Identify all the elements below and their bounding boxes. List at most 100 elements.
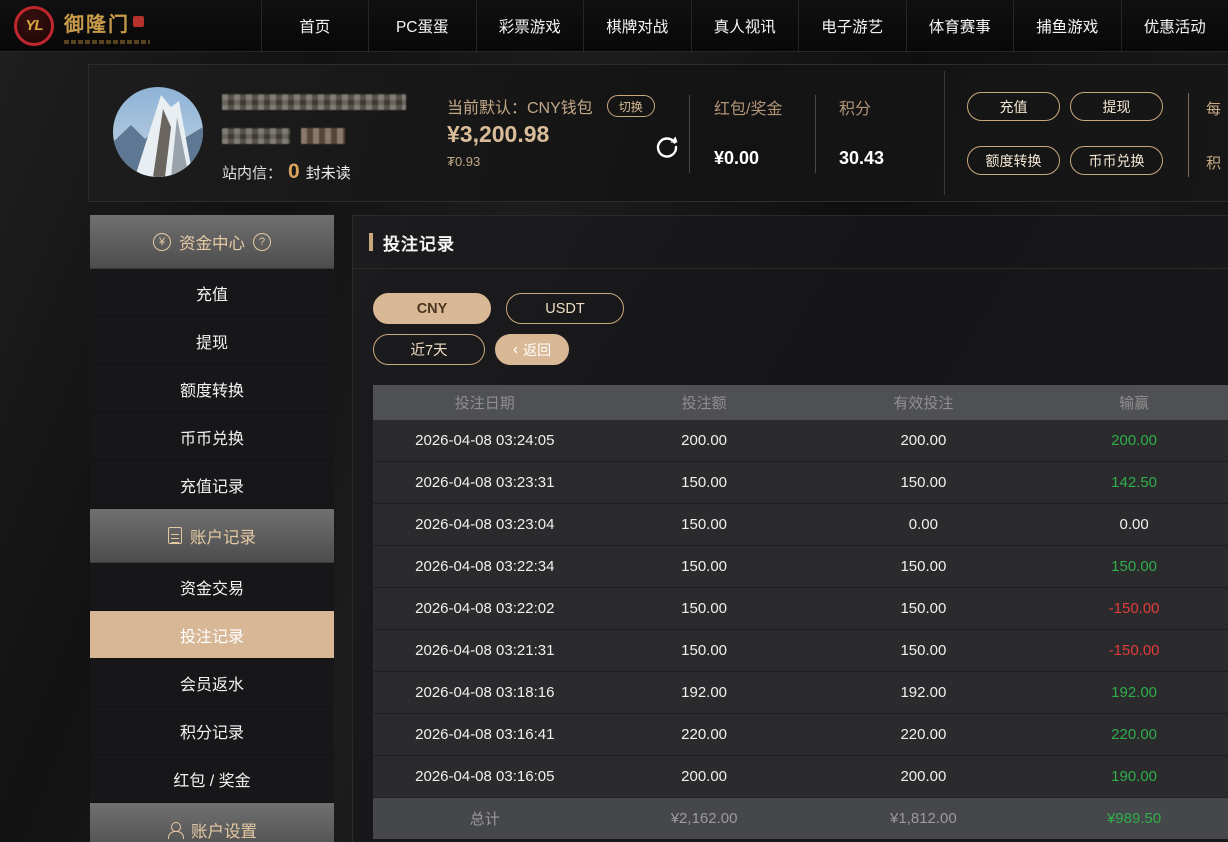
sidebar-item[interactable]: 会员返水 <box>90 659 334 707</box>
sidebar-section-funds-center: ¥ 资金中心 ? <box>90 215 334 269</box>
nav-item[interactable]: 棋牌对战 <box>583 0 691 51</box>
yen-circle-icon: ¥ <box>153 233 171 251</box>
switch-wallet-button[interactable]: 切换 <box>607 95 655 117</box>
nav-item[interactable]: 体育赛事 <box>906 0 1014 51</box>
bet-amount-cell: 200.00 <box>597 432 812 449</box>
inbox-unread-count[interactable]: 0 <box>288 160 300 184</box>
points-value: 30.43 <box>839 148 884 169</box>
sidebar-item[interactable]: 充值记录 <box>90 461 334 509</box>
sidebar-item[interactable]: 充值 <box>90 269 334 317</box>
blurred-user-id <box>222 128 290 144</box>
win-loss-cell: 0.00 <box>1035 516 1228 533</box>
page-title: 投注记录 <box>383 230 455 255</box>
bet-date-cell: 2026-04-08 03:23:04 <box>373 516 597 533</box>
table-row[interactable]: 2026-04-08 03:22:34 150.00 150.00 150.00 <box>373 546 1228 588</box>
table-row[interactable]: 2026-04-08 03:16:05 200.00 200.00 190.00 <box>373 756 1228 798</box>
back-button[interactable]: ‹ 返回 <box>495 334 569 365</box>
table-row[interactable]: 2026-04-08 03:23:31 150.00 150.00 142.50 <box>373 462 1228 504</box>
bet-records-table: 投注日期 投注额 有效投注 输赢 2026-04-08 03:24:05 200… <box>373 385 1228 839</box>
red-packet-label: 红包/奖金 <box>714 95 782 119</box>
valid-bet-cell: 0.00 <box>812 516 1036 533</box>
nav-item[interactable]: 真人视讯 <box>691 0 799 51</box>
mountain-avatar-image <box>113 87 203 177</box>
table-row[interactable]: 2026-04-08 03:22:02 150.00 150.00 -150.0… <box>373 588 1228 630</box>
sidebar-group-funds: 充值提现额度转换币币兑换充值记录 <box>90 269 334 509</box>
win-loss-cell: 142.50 <box>1035 474 1228 491</box>
bet-amount-cell: 150.00 <box>597 642 812 659</box>
sidebar-item[interactable]: 积分记录 <box>90 707 334 755</box>
title-accent-bar <box>369 233 373 251</box>
nav-item[interactable]: PC蛋蛋 <box>368 0 476 51</box>
divider <box>689 95 690 173</box>
bet-amount-cell: 150.00 <box>597 600 812 617</box>
sidebar-item[interactable]: 币币兑换 <box>90 413 334 461</box>
chevron-left-icon: ‹ <box>513 342 518 358</box>
date-range-button[interactable]: 近7天 <box>373 334 485 365</box>
page-title-row: 投注记录 <box>353 216 1228 269</box>
bet-date-cell: 2026-04-08 03:18:16 <box>373 684 597 701</box>
table-row[interactable]: 2026-04-08 03:18:16 192.00 192.00 192.00 <box>373 672 1228 714</box>
bet-date-cell: 2026-04-08 03:16:05 <box>373 768 597 785</box>
valid-bet-cell: 200.00 <box>812 432 1036 449</box>
sidebar-group-records: 资金交易投注记录会员返水积分记录红包 / 奖金 <box>90 563 334 803</box>
bet-date-cell: 2026-04-08 03:22:34 <box>373 558 597 575</box>
wallet-action-buttons: 充值提现额度转换币币兑换 <box>967 92 1167 175</box>
nav-item[interactable]: 优惠活动 <box>1121 0 1228 51</box>
divider <box>1188 93 1189 177</box>
nav-item[interactable]: 彩票游戏 <box>476 0 584 51</box>
bet-date-cell: 2026-04-08 03:21:31 <box>373 642 597 659</box>
bet-amount-cell: 150.00 <box>597 558 812 575</box>
win-loss-cell: 150.00 <box>1035 558 1228 575</box>
win-loss-cell: 190.00 <box>1035 768 1228 785</box>
valid-bet-cell: 150.00 <box>812 474 1036 491</box>
column-header: 输赢 <box>1035 392 1228 413</box>
table-row[interactable]: 2026-04-08 03:21:31 150.00 150.00 -150.0… <box>373 630 1228 672</box>
column-header: 投注额 <box>597 392 812 413</box>
inbox-status: 站内信： 0 封未读 <box>222 160 351 184</box>
wallet-action-button[interactable]: 提现 <box>1070 92 1163 121</box>
sidebar: ¥ 资金中心 ? 充值提现额度转换币币兑换充值记录 账户记录 资金交易投注记录会… <box>90 215 334 842</box>
table-row[interactable]: 2026-04-08 03:24:05 200.00 200.00 200.00 <box>373 420 1228 462</box>
avatar[interactable] <box>113 87 203 177</box>
receipt-icon <box>168 527 182 544</box>
bet-amount-cell: 192.00 <box>597 684 812 701</box>
wallet-action-button[interactable]: 充值 <box>967 92 1060 121</box>
win-loss-cell: 220.00 <box>1035 726 1228 743</box>
sidebar-item[interactable]: 额度转换 <box>90 365 334 413</box>
default-wallet-label: 当前默认：CNY钱包 <box>447 94 593 118</box>
help-icon[interactable]: ? <box>253 233 271 251</box>
refresh-balance-button[interactable] <box>653 133 681 161</box>
bet-date-cell: 2026-04-08 03:16:41 <box>373 726 597 743</box>
bet-amount-cell: 150.00 <box>597 516 812 533</box>
sidebar-item[interactable]: 红包 / 奖金 <box>90 755 334 803</box>
win-loss-cell: -150.00 <box>1035 642 1228 659</box>
refresh-icon <box>653 133 681 161</box>
brand-name: 御隆门 <box>64 8 130 37</box>
nav-item[interactable]: 捕鱼游戏 <box>1013 0 1121 51</box>
brand-logo[interactable]: YL 御隆门 <box>0 0 261 51</box>
inbox-suffix: 封未读 <box>306 162 351 183</box>
win-loss-cell: 192.00 <box>1035 684 1228 701</box>
wallet-usdt-balance: ₮0.93 <box>447 154 480 169</box>
column-header: 投注日期 <box>373 392 597 413</box>
currency-tab[interactable]: USDT <box>506 293 624 324</box>
table-body: 2026-04-08 03:24:05 200.00 200.00 200.00… <box>373 420 1228 798</box>
bet-amount-cell: 150.00 <box>597 474 812 491</box>
total-label: 总计 <box>373 808 597 829</box>
nav-item[interactable]: 首页 <box>261 0 369 51</box>
sidebar-item[interactable]: 资金交易 <box>90 563 334 611</box>
currency-tab[interactable]: CNY <box>373 293 491 324</box>
brand-logo-icon: YL <box>14 6 54 46</box>
nav-item[interactable]: 电子游艺 <box>798 0 906 51</box>
column-header: 有效投注 <box>812 392 1036 413</box>
table-row[interactable]: 2026-04-08 03:23:04 150.00 0.00 0.00 <box>373 504 1228 546</box>
sidebar-item[interactable]: 提现 <box>90 317 334 365</box>
sidebar-item[interactable]: 投注记录 <box>90 611 334 659</box>
sidebar-section-account-settings: 账户设置 <box>90 803 334 842</box>
person-icon <box>167 822 183 838</box>
wallet-action-button[interactable]: 币币兑换 <box>1070 146 1163 175</box>
bet-amount-cell: 200.00 <box>597 768 812 785</box>
wallet-action-button[interactable]: 额度转换 <box>967 146 1060 175</box>
table-row[interactable]: 2026-04-08 03:16:41 220.00 220.00 220.00 <box>373 714 1228 756</box>
total-win-loss: ¥989.50 <box>1035 810 1228 827</box>
